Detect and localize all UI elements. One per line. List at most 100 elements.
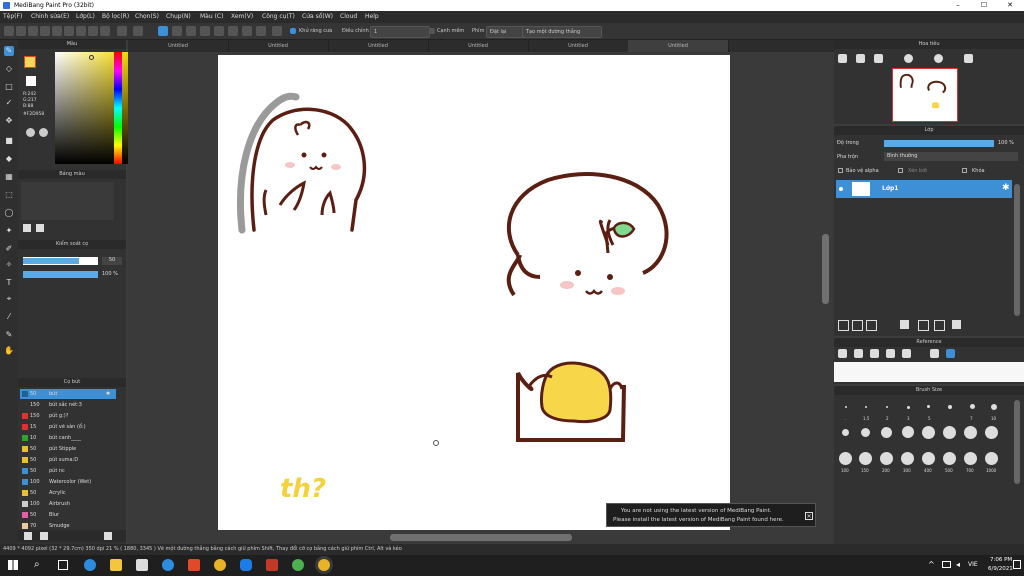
menu-select[interactable]: Chọn(S) [135, 13, 159, 20]
brush-size-preset[interactable] [902, 426, 914, 438]
eyedropper-tool-icon[interactable]: ⁄ [4, 312, 14, 322]
check-icon[interactable]: ✓ [4, 98, 14, 108]
layer-opacity-slider[interactable] [884, 140, 994, 147]
brush-size-preset[interactable] [991, 404, 997, 410]
notification-icon[interactable] [1013, 560, 1021, 569]
update-notice[interactable]: You are not using the latest version of … [606, 503, 816, 527]
menu-snap[interactable]: Chụp(N) [166, 13, 191, 20]
reference-upload-icon[interactable] [838, 349, 847, 358]
brush-folder-icon[interactable] [104, 532, 112, 540]
brush-size-preset[interactable] [859, 452, 872, 465]
layer-settings-icon[interactable]: ✱ [1002, 183, 1010, 193]
gradient-tool-icon[interactable]: ▦ [4, 172, 14, 182]
brush-size-preset[interactable] [922, 452, 935, 465]
brush-item[interactable]: 50 pút nc [20, 466, 116, 476]
move-tool-icon[interactable]: ✥ [4, 116, 14, 126]
brush-size-preset[interactable] [845, 406, 847, 408]
hand-tool-icon[interactable]: ✋ [4, 346, 14, 356]
maximize-button[interactable]: ☐ [974, 0, 994, 11]
vertical-scrollbar[interactable] [822, 234, 829, 304]
share-icon[interactable] [52, 26, 62, 36]
brush-item[interactable]: 150 pút g:)? [20, 411, 116, 421]
select-tool-icon[interactable]: ⬚ [4, 190, 14, 200]
menu-file[interactable]: Tệp(F) [3, 13, 22, 20]
brush-size-preset[interactable] [922, 426, 935, 439]
brush-size-preset[interactable] [985, 426, 998, 439]
background-swatch[interactable] [26, 76, 36, 86]
brush-size-preset[interactable] [881, 427, 892, 438]
reference-zoom-in-icon[interactable] [886, 349, 895, 358]
add-layer-icon[interactable] [838, 320, 849, 331]
app-icon-green[interactable] [292, 559, 304, 571]
snap-radial-icon[interactable] [214, 26, 224, 36]
tab-untitled-2[interactable]: Untitled [228, 40, 329, 52]
clipping-checkbox[interactable] [898, 168, 903, 173]
task-view-icon[interactable] [58, 560, 68, 570]
layer-scrollbar[interactable] [1014, 184, 1020, 316]
close-button[interactable]: ✕ [1000, 0, 1020, 11]
reset-button[interactable]: Đặt lại [486, 26, 526, 38]
fill-rect-tool-icon[interactable]: ■ [4, 136, 14, 146]
brush-size-preset[interactable] [839, 452, 852, 465]
flip-icon[interactable] [964, 54, 973, 63]
menu-tools[interactable]: Công cụ(T) [262, 13, 295, 20]
brush-size-preset[interactable] [886, 406, 888, 408]
menu-edit[interactable]: Chỉnh sửa(E) [31, 13, 69, 20]
hue-slider[interactable] [114, 52, 122, 164]
open-icon[interactable] [16, 26, 26, 36]
brush-size-preset[interactable] [964, 452, 977, 465]
add-8bit-layer-icon[interactable] [866, 320, 877, 331]
tab-untitled-5[interactable]: Untitled [528, 40, 629, 52]
office-icon[interactable] [188, 559, 200, 571]
menu-layer[interactable]: Lớp(L) [76, 13, 95, 20]
magic-wand-icon[interactable]: ✦ [4, 226, 14, 236]
minimize-button[interactable]: – [948, 0, 968, 11]
delete-layer-icon[interactable] [952, 320, 961, 329]
menu-help[interactable]: Help [365, 13, 379, 20]
brush-settings-icon[interactable]: ✱ [106, 389, 110, 399]
reference-eyedropper-icon[interactable] [930, 349, 939, 358]
volume-icon[interactable]: ◂ [956, 560, 960, 569]
cloud-icon[interactable] [40, 26, 50, 36]
canvas[interactable]: th? [218, 55, 730, 530]
brush-item[interactable]: 50 pút Stipple [20, 444, 116, 454]
brush-size-preset[interactable] [970, 404, 975, 409]
add-halftone-layer-icon[interactable] [852, 320, 863, 331]
snap-curve-icon[interactable] [242, 26, 252, 36]
file-explorer-icon[interactable] [110, 559, 122, 571]
select-pen-icon[interactable]: ✐ [4, 244, 14, 254]
snap-circle-icon[interactable] [228, 26, 238, 36]
blend-mode-select[interactable]: Bình thường [884, 152, 1018, 161]
brush-size-preset[interactable] [948, 405, 952, 409]
menu-cloud[interactable]: Cloud [340, 13, 357, 20]
menu-filter[interactable]: Bộ lọc(R) [102, 13, 129, 20]
brush-add-icon[interactable] [40, 532, 48, 540]
palette-delete-icon[interactable] [36, 224, 44, 232]
grid-icon[interactable] [88, 26, 98, 36]
store-icon[interactable] [136, 559, 148, 571]
lasso-tool-icon[interactable]: ◯ [4, 208, 14, 218]
color-mix-icon[interactable] [39, 128, 48, 137]
tab-untitled-6[interactable]: Untitled [628, 40, 729, 52]
rotate-right-icon[interactable] [934, 54, 943, 63]
paint-icon[interactable] [266, 559, 278, 571]
brush-item[interactable]: 50 pút suma:D [20, 455, 116, 465]
redo-icon[interactable] [133, 26, 143, 36]
divide-tool-icon[interactable]: ✎ [4, 330, 14, 340]
protect-alpha-checkbox[interactable] [838, 168, 843, 173]
clock-date[interactable]: 6/9/2021 [988, 566, 1013, 572]
snap-parallel-icon[interactable] [172, 26, 182, 36]
reference-hand-icon[interactable] [946, 349, 955, 358]
brush-size-slider[interactable] [23, 257, 98, 265]
menu-window[interactable]: Cửa sổ(W) [302, 13, 333, 20]
snap-cross-icon[interactable] [186, 26, 196, 36]
eraser-tool-icon[interactable]: ◇ [4, 64, 14, 74]
zoom-in-icon[interactable] [838, 54, 847, 63]
menu-view[interactable]: Xem(V) [231, 13, 253, 20]
brush-size-scrollbar[interactable] [1014, 400, 1020, 484]
tray-chevron-icon[interactable]: ^ [928, 560, 935, 569]
brush-item[interactable]: 10 bút canh____ [20, 433, 116, 443]
add-folder-icon[interactable] [900, 320, 909, 329]
foreground-swatch[interactable] [24, 56, 36, 68]
menu-color[interactable]: Màu (C) [200, 13, 223, 20]
